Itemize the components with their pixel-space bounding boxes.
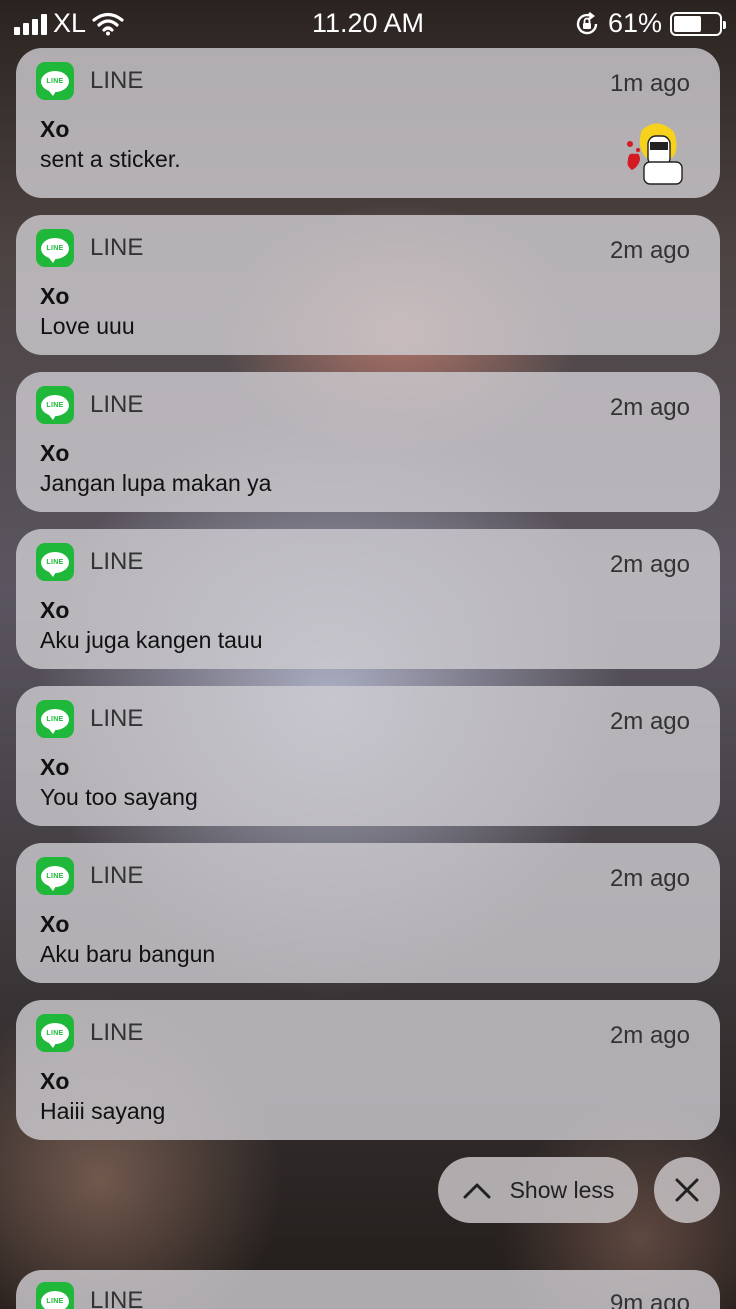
notification-card[interactable]: LINE LINE 2m ago Xo Love uuu bbox=[16, 215, 720, 355]
sender-name: Xo bbox=[40, 116, 70, 142]
sticker-thumbnail bbox=[627, 123, 683, 185]
notification-time: 2m ago bbox=[609, 1022, 690, 1049]
notification-time: 2m ago bbox=[609, 551, 690, 578]
show-less-button[interactable]: Show less bbox=[438, 1157, 638, 1223]
notification-card[interactable]: LINE LINE 2m ago Xo Jangan lupa makan ya bbox=[16, 372, 720, 512]
sender-name: Xo bbox=[40, 754, 70, 780]
app-name: LINE bbox=[90, 1287, 144, 1309]
clear-notifications-button[interactable] bbox=[654, 1157, 720, 1223]
notification-card[interactable]: LINE LINE 1m ago Xo sent a sticker. bbox=[16, 48, 720, 198]
notification-card[interactable]: LINE LINE 2m ago Xo You too sayang bbox=[16, 686, 720, 826]
app-name: LINE bbox=[90, 234, 144, 261]
status-bar: XL 11.20 AM 61% bbox=[0, 0, 736, 46]
notification-message: Love uuu bbox=[40, 313, 135, 339]
notification-time: 2m ago bbox=[609, 865, 690, 892]
show-less-label: Show less bbox=[509, 1176, 615, 1203]
sender-name: Xo bbox=[40, 440, 70, 466]
line-app-icon: LINE bbox=[36, 700, 74, 738]
sender-name: Xo bbox=[40, 283, 70, 309]
sender-name: Xo bbox=[40, 597, 70, 623]
notification-message: sent a sticker. bbox=[40, 146, 181, 172]
app-name: LINE bbox=[90, 705, 144, 732]
sender-name: Xo bbox=[40, 911, 70, 937]
battery-icon bbox=[670, 11, 726, 36]
notification-card[interactable]: LINE LINE 2m ago Xo Aku juga kangen tauu bbox=[16, 529, 720, 669]
notification-time: 9m ago bbox=[609, 1290, 690, 1309]
line-app-icon: LINE bbox=[36, 229, 74, 267]
line-app-icon: LINE bbox=[36, 1282, 74, 1309]
rotation-lock-icon bbox=[576, 11, 598, 34]
line-app-icon: LINE bbox=[36, 857, 74, 895]
notification-card[interactable]: LINE LINE 2m ago Xo Haiii sayang bbox=[16, 1000, 720, 1140]
notification-time: 2m ago bbox=[609, 237, 690, 264]
notification-time: 1m ago bbox=[609, 70, 690, 97]
notification-message: Haiii sayang bbox=[40, 1098, 166, 1124]
notification-time: 2m ago bbox=[609, 394, 690, 421]
line-app-icon: LINE bbox=[36, 386, 74, 424]
notification-message: Jangan lupa makan ya bbox=[40, 470, 272, 496]
sender-name: Xo bbox=[40, 1068, 70, 1094]
notification-message: Aku baru bangun bbox=[40, 941, 216, 967]
notification-message: You too sayang bbox=[40, 784, 198, 810]
close-icon bbox=[675, 1178, 699, 1202]
app-name: LINE bbox=[90, 548, 144, 575]
app-name: LINE bbox=[90, 1019, 144, 1046]
app-name: LINE bbox=[90, 862, 144, 889]
app-name: LINE bbox=[90, 67, 144, 94]
app-name: LINE bbox=[90, 391, 144, 418]
chevron-up-icon bbox=[463, 1183, 491, 1199]
notification-message: Aku juga kangen tauu bbox=[40, 627, 263, 653]
notification-time: 2m ago bbox=[609, 708, 690, 735]
notification-card[interactable]: LINE LINE 2m ago Xo Aku baru bangun bbox=[16, 843, 720, 983]
line-app-icon: LINE bbox=[36, 1014, 74, 1052]
battery-percent: 61% bbox=[607, 8, 662, 38]
notification-card-partial[interactable]: LINE LINE 9m ago bbox=[16, 1270, 720, 1309]
line-app-icon: LINE bbox=[36, 543, 74, 581]
line-app-icon: LINE bbox=[36, 62, 74, 100]
